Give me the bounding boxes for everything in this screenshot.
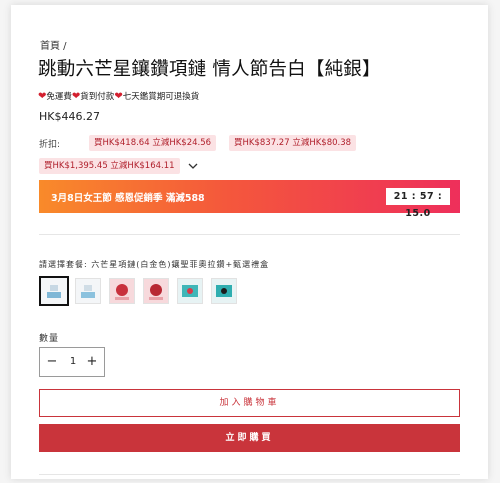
countdown-timer: 21 : 57 : 15.0 [386,188,450,219]
package-option[interactable] [177,278,203,304]
benefit-returns: 七天鑑賞期可退換貨 [122,92,200,102]
quantity-input[interactable]: 1 [66,356,80,367]
product-title: 跳動六芒星鑲鑽項鏈 情人節告白【純銀】 [38,59,381,80]
package-option[interactable] [75,278,101,304]
buy-now-button[interactable]: 立即購買 [39,424,460,452]
discount-chip: 買HK$418.64 立減HK$24.56 [89,135,217,151]
promo-text: 3月8日女王節 感恩促銷季 滿減588 [51,193,205,204]
benefits-line: ❤免運費❤貨到付款❤七天鑑賞期可退換貨 [38,90,199,102]
product-thumbnail-icon [212,279,236,303]
product-thumbnail-icon [41,278,67,304]
heart-icon: ❤ [114,91,123,102]
product-price: HK$446.27 [39,110,100,123]
product-thumbnail-icon [76,279,100,303]
product-thumbnail-icon [110,279,134,303]
quantity-increase-button[interactable]: + [85,355,99,369]
package-label: 請選擇套餐: 六芒星項鏈(白金色)鑲聖菲奧拉鑽+甄選禮盒 [39,260,270,269]
package-option[interactable] [143,278,169,304]
quantity-decrease-button[interactable]: − [45,355,59,369]
package-option[interactable] [109,278,135,304]
promo-banner: 3月8日女王節 感恩促銷季 滿減588 21 : 57 : 15.0 [39,180,460,219]
package-option[interactable] [39,276,69,306]
benefit-free-shipping: 免運費 [46,92,72,102]
breadcrumb[interactable]: 首頁 / [40,37,67,52]
quantity-stepper: − 1 + [39,347,105,377]
discount-label: 折扣: [39,140,61,150]
benefit-cod: 貨到付款 [80,92,115,102]
quantity-label: 數量 [39,334,60,344]
discount-chip: 買HK$837.27 立減HK$80.38 [229,135,357,151]
product-card: 首頁 / 跳動六芒星鑲鑽項鏈 情人節告白【純銀】 ❤免運費❤貨到付款❤七天鑑賞期… [11,5,488,479]
product-thumbnail-icon [144,279,168,303]
package-option[interactable] [211,278,237,304]
chevron-down-icon[interactable] [187,160,199,172]
product-thumbnail-icon [178,279,202,303]
divider [39,474,460,475]
divider [39,234,460,235]
add-to-cart-button[interactable]: 加入購物車 [39,389,460,417]
discount-chip: 買HK$1,395.45 立減HK$164.11 [39,158,180,174]
